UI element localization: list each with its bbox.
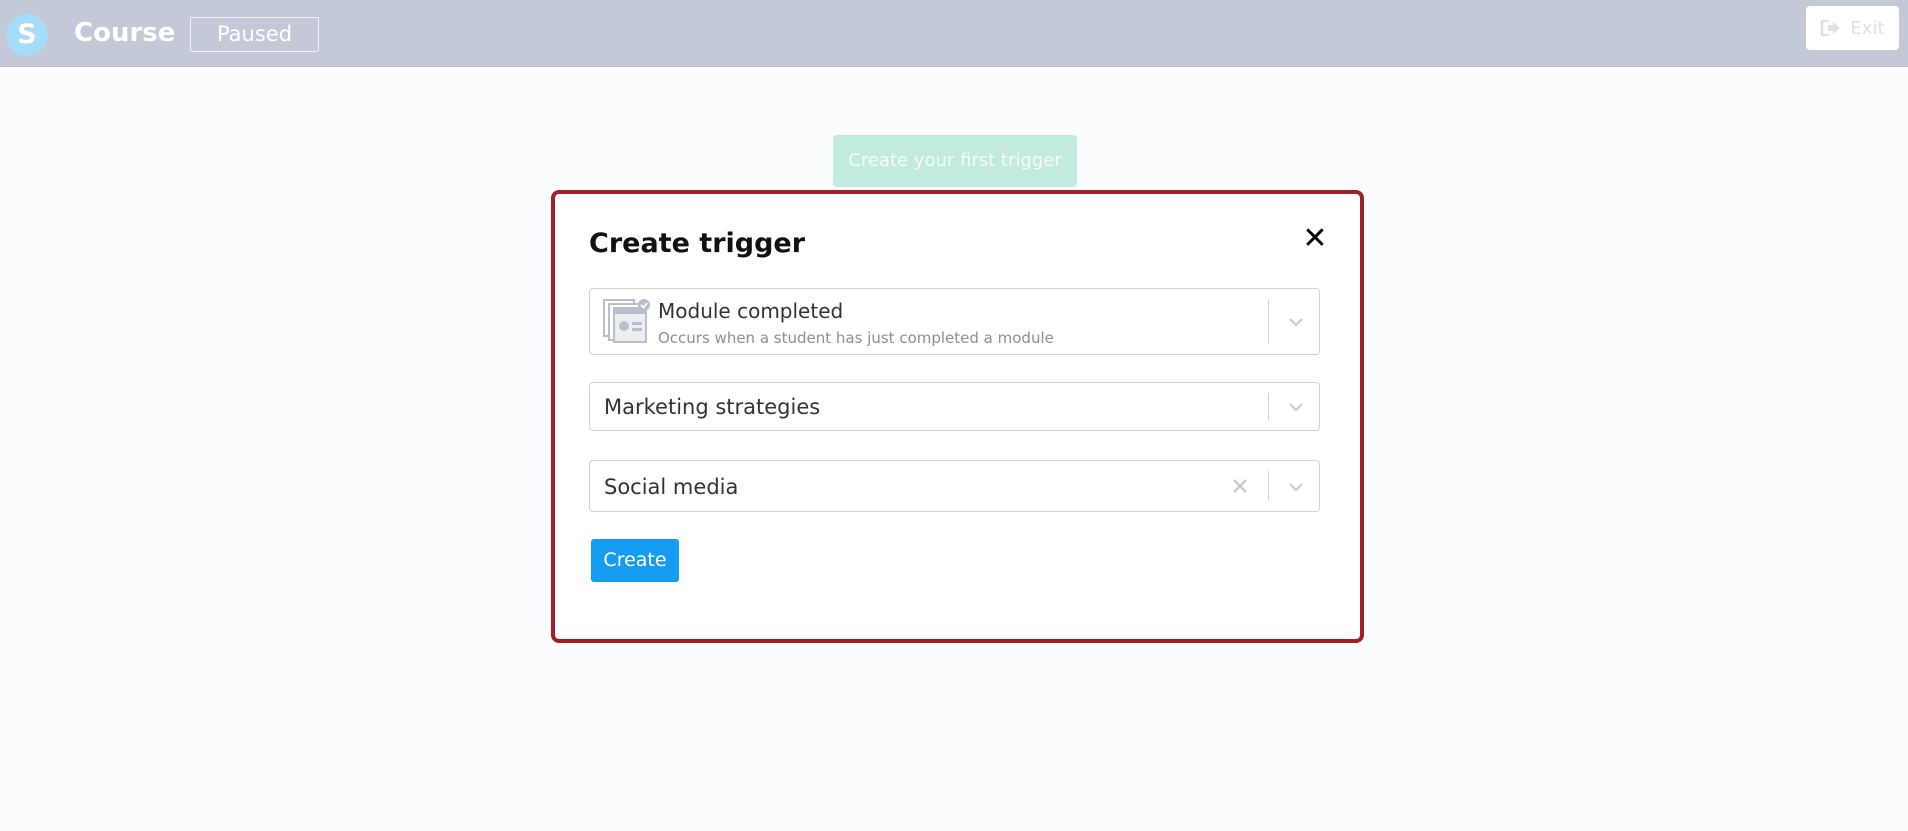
select-separator	[1268, 471, 1269, 501]
chevron-down-icon[interactable]	[1287, 398, 1305, 416]
module-select[interactable]: Social media	[589, 460, 1320, 512]
close-icon[interactable]: ✕	[1300, 224, 1330, 254]
exit-button[interactable]: Exit	[1806, 6, 1899, 50]
sign-out-icon	[1820, 19, 1842, 37]
top-bar: S Course Paused Exit	[0, 0, 1908, 67]
module-completed-icon	[603, 298, 651, 344]
status-badge[interactable]: Paused	[190, 17, 319, 52]
create-button[interactable]: Create	[591, 539, 679, 582]
create-first-trigger-button[interactable]: Create your first trigger	[833, 135, 1077, 187]
exit-label: Exit	[1850, 17, 1885, 39]
trigger-type-description: Occurs when a student has just completed…	[658, 329, 1054, 347]
module-select-value: Social media	[604, 475, 739, 499]
chevron-down-icon[interactable]	[1287, 313, 1305, 331]
select-separator	[1268, 393, 1269, 421]
course-title: Course	[74, 18, 176, 48]
page: S Course Paused Exit Create your first t…	[0, 0, 1908, 831]
course-select-value: Marketing strategies	[604, 395, 821, 419]
clear-icon[interactable]	[1230, 476, 1250, 496]
trigger-type-select[interactable]: Module completed Occurs when a student h…	[589, 288, 1320, 355]
modal-title: Create trigger	[589, 228, 806, 259]
chevron-down-icon[interactable]	[1287, 478, 1305, 496]
trigger-type-label: Module completed	[658, 299, 844, 323]
create-trigger-modal: Create trigger ✕ Module completed Occurs…	[551, 190, 1364, 643]
course-select[interactable]: Marketing strategies	[589, 382, 1320, 431]
select-separator	[1268, 299, 1269, 344]
app-logo: S	[6, 14, 48, 56]
